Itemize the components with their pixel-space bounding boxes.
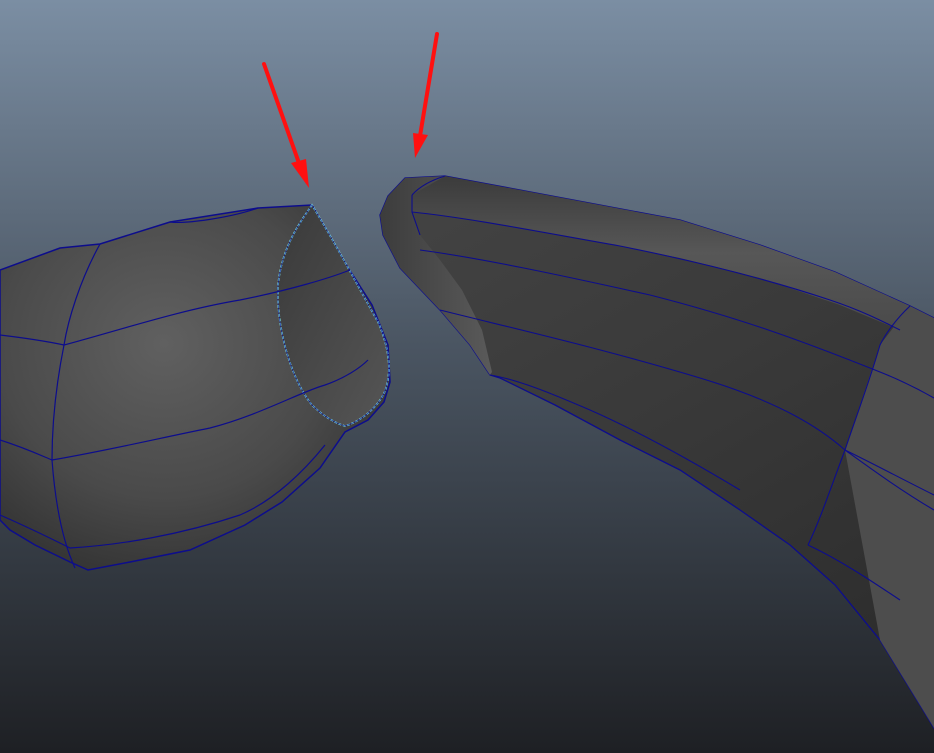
- viewport-canvas[interactable]: [0, 0, 934, 753]
- maya-3d-viewport[interactable]: [0, 0, 934, 753]
